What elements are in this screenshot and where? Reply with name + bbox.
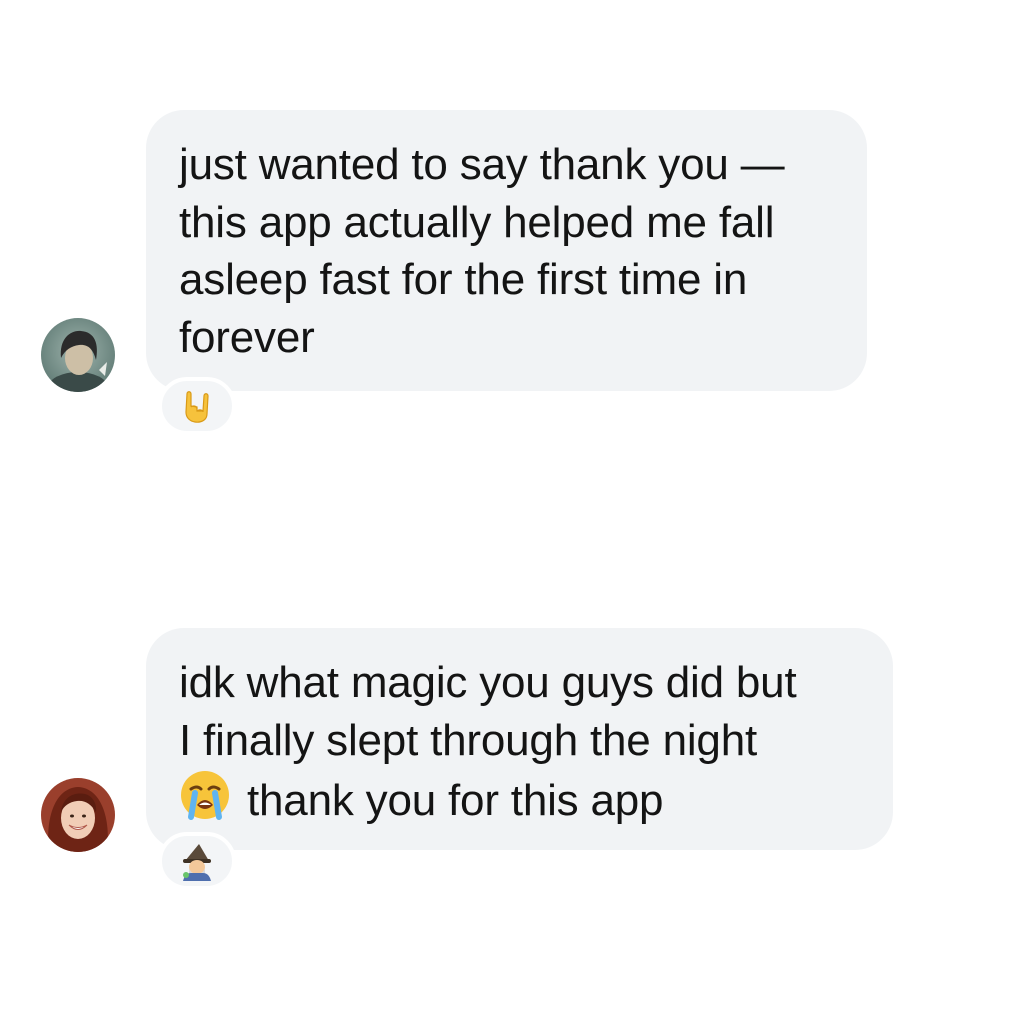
loudly-crying-face-emoji-icon bbox=[179, 769, 231, 836]
message-text: just wanted to say thank you — this app … bbox=[179, 140, 785, 362]
user-avatar[interactable] bbox=[41, 318, 115, 392]
user-avatar[interactable] bbox=[41, 778, 115, 852]
message-bubble[interactable]: idk what magic you guys did but I finall… bbox=[146, 628, 893, 850]
reaction-badge[interactable] bbox=[158, 832, 236, 890]
reaction-badge[interactable] bbox=[158, 377, 236, 435]
mage-emoji-icon bbox=[183, 844, 211, 881]
message-row: idk what magic you guys did but I finall… bbox=[0, 628, 1024, 898]
message-thread: just wanted to say thank you — this app … bbox=[0, 0, 1024, 1024]
avatar-photo-icon bbox=[41, 318, 115, 392]
message-text: idk what magic you guys did but I finall… bbox=[179, 654, 861, 836]
message-row: just wanted to say thank you — this app … bbox=[0, 110, 1024, 440]
avatar-photo-icon bbox=[41, 778, 115, 852]
message-bubble[interactable]: just wanted to say thank you — this app … bbox=[146, 110, 867, 391]
message-text-line: idk what magic you guys did but I finall… bbox=[179, 658, 797, 765]
sign-of-the-horns-emoji-icon bbox=[185, 391, 209, 423]
message-text-line: thank you for this app bbox=[247, 776, 664, 825]
